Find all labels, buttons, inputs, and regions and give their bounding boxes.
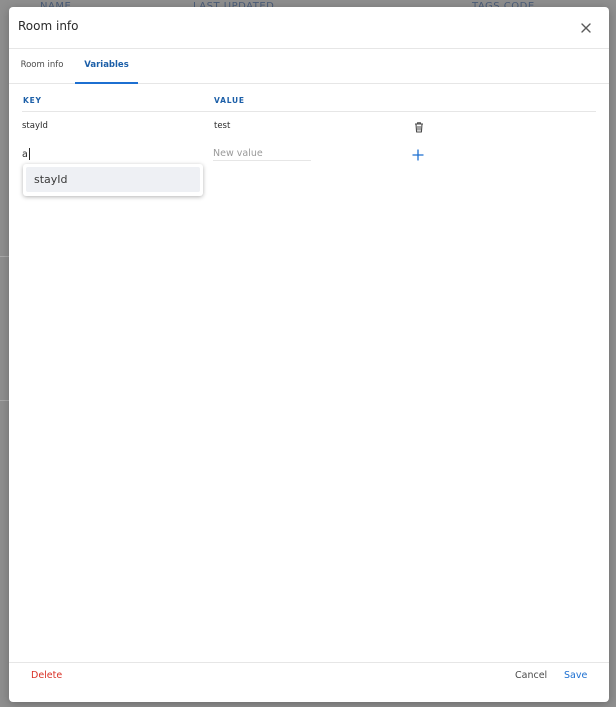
cancel-button[interactable]: Cancel (515, 670, 547, 681)
key-autocomplete-dropdown: stayId (23, 164, 203, 196)
dialog-header: Room info (9, 7, 609, 49)
column-header-key: KEY (23, 96, 42, 105)
tab-variables[interactable]: Variables (75, 49, 138, 84)
add-row-button[interactable] (411, 147, 425, 161)
row-key: stayId (22, 121, 48, 131)
table-header-divider (22, 111, 596, 112)
plus-icon (412, 149, 424, 161)
save-button[interactable]: Save (564, 670, 587, 681)
dialog-title: Room info (18, 19, 79, 33)
new-key-input[interactable] (22, 147, 202, 161)
new-value-input[interactable] (213, 147, 311, 161)
tab-bar: Room info Variables (9, 49, 609, 84)
delete-row-button[interactable] (412, 119, 426, 133)
tab-room-info[interactable]: Room info (9, 49, 75, 84)
column-header-value: VALUE (214, 96, 245, 105)
footer-divider (9, 662, 609, 663)
row-value: test (214, 121, 231, 131)
trash-icon (415, 122, 423, 133)
text-caret (29, 148, 30, 160)
close-button[interactable] (578, 20, 594, 36)
room-info-dialog: Room info Room info Variables KEY VALUE … (9, 7, 609, 702)
autocomplete-option-stayid[interactable]: stayId (26, 167, 200, 192)
delete-button[interactable]: Delete (31, 670, 62, 681)
close-icon (581, 23, 591, 33)
